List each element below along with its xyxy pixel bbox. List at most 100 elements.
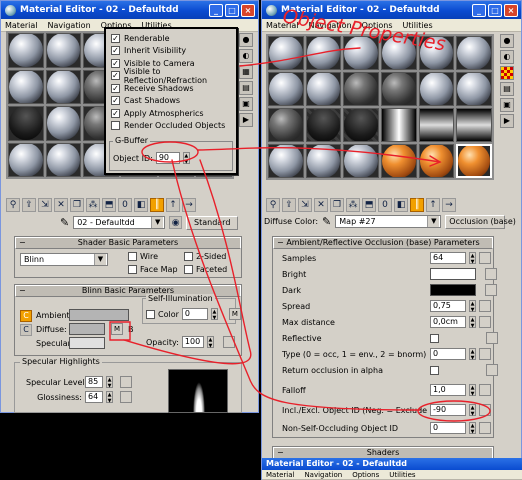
self-illum-spinner[interactable]: ▲ ▼ bbox=[210, 308, 218, 321]
assign-material-icon[interactable]: ⇲ bbox=[38, 198, 52, 212]
maximize-icon[interactable]: □ bbox=[488, 3, 502, 17]
sample-slot[interactable] bbox=[418, 72, 455, 106]
opacity-spinner[interactable]: ▲ ▼ bbox=[206, 336, 214, 349]
make-copy-icon[interactable]: ❐ bbox=[330, 198, 344, 212]
object-id-field[interactable]: 90 bbox=[155, 152, 180, 164]
video-check-icon[interactable]: ▣ bbox=[500, 98, 514, 112]
self-illum-color-checkbox[interactable] bbox=[146, 309, 155, 319]
sample-slot[interactable] bbox=[268, 72, 304, 106]
specular-level-field[interactable]: 85 bbox=[85, 376, 103, 388]
uv-tiling-icon[interactable]: ▤ bbox=[500, 82, 514, 96]
show-map-icon[interactable]: ◧ bbox=[134, 198, 148, 212]
face-map-checkbox[interactable] bbox=[128, 265, 137, 274]
glossiness-map-button[interactable] bbox=[120, 391, 132, 403]
shader-dropdown[interactable]: Blinn bbox=[20, 253, 108, 266]
max-distance-spinner[interactable]: ▲ ▼ bbox=[469, 316, 476, 329]
menu-navigation[interactable]: Navigation bbox=[48, 21, 91, 30]
assign-material-icon[interactable]: ⇲ bbox=[298, 198, 312, 212]
sample-slot[interactable] bbox=[456, 36, 492, 70]
reflective-checkbox[interactable] bbox=[430, 333, 439, 343]
material-type-icon[interactable]: ◉ bbox=[169, 216, 183, 229]
sample-type-icon[interactable]: ● bbox=[239, 33, 253, 47]
put-to-scene-icon[interactable]: ⇪ bbox=[22, 198, 36, 212]
go-forward-sibling-icon[interactable]: → bbox=[182, 198, 196, 212]
type-spinner[interactable]: ▲ ▼ bbox=[469, 348, 476, 361]
glossiness-field[interactable]: 64 bbox=[85, 391, 103, 403]
spread-field[interactable]: 0,75 bbox=[430, 300, 466, 312]
visible-to-camera-checkbox[interactable]: ✓ bbox=[111, 58, 120, 68]
non-self-occluding-field[interactable]: 0 bbox=[430, 422, 466, 434]
ambient-color-swatch[interactable] bbox=[69, 309, 129, 321]
spread-map-button[interactable] bbox=[479, 300, 491, 312]
type-field[interactable]: 0 bbox=[430, 348, 466, 360]
sample-slot[interactable] bbox=[305, 36, 342, 70]
sample-slot[interactable] bbox=[45, 33, 82, 68]
samples-map-button[interactable] bbox=[479, 252, 491, 264]
faceted-checkbox[interactable] bbox=[184, 265, 193, 274]
menu-options[interactable]: Options bbox=[352, 471, 379, 479]
menu-options[interactable]: Options bbox=[362, 21, 393, 30]
video-check-icon[interactable]: ▣ bbox=[239, 97, 253, 111]
go-forward-sibling-icon[interactable]: → bbox=[442, 198, 456, 212]
sample-slot[interactable] bbox=[45, 69, 82, 104]
opacity-map-button[interactable] bbox=[222, 336, 235, 348]
incl-excl-id-field[interactable]: -90 bbox=[430, 404, 466, 416]
menu-navigation[interactable]: Navigation bbox=[309, 21, 352, 30]
return-occlusion-map-button[interactable] bbox=[486, 364, 498, 376]
preview-icon[interactable]: ▶ bbox=[500, 114, 514, 128]
put-to-library-icon[interactable]: ⬒ bbox=[102, 198, 116, 212]
sample-slot[interactable] bbox=[381, 144, 417, 178]
self-illum-value-field[interactable]: 0 bbox=[181, 308, 208, 320]
go-to-parent-icon[interactable]: ↑ bbox=[166, 198, 180, 212]
show-end-result-icon[interactable]: ║ bbox=[410, 198, 424, 212]
sample-slot[interactable] bbox=[8, 106, 44, 141]
sample-slot[interactable] bbox=[8, 142, 44, 177]
non-self-occluding-map-button[interactable] bbox=[479, 422, 491, 434]
max-distance-map-button[interactable] bbox=[479, 316, 491, 328]
specular-level-map-button[interactable] bbox=[120, 376, 132, 388]
sample-type-icon[interactable]: ● bbox=[500, 34, 514, 48]
bright-map-button[interactable] bbox=[485, 268, 497, 280]
pick-material-icon[interactable]: ✎ bbox=[322, 215, 331, 228]
reset-map-icon[interactable]: ✕ bbox=[314, 198, 328, 212]
specular-color-swatch[interactable] bbox=[69, 337, 105, 349]
sample-slot[interactable] bbox=[381, 108, 417, 142]
non-self-occluding-spinner[interactable]: ▲ ▼ bbox=[469, 422, 476, 435]
renderable-item[interactable]: ✓ Renderable bbox=[106, 32, 236, 45]
falloff-map-button[interactable] bbox=[479, 384, 491, 396]
sample-slot[interactable] bbox=[381, 72, 417, 106]
make-unique-icon[interactable]: ⁂ bbox=[86, 198, 100, 212]
max-distance-field[interactable]: 0,0cm bbox=[430, 316, 466, 328]
cast-shadows-item[interactable]: ✓ Cast Shadows bbox=[106, 95, 236, 108]
falloff-field[interactable]: 1,0 bbox=[430, 384, 466, 396]
sample-slot[interactable] bbox=[45, 106, 82, 141]
show-end-result-icon[interactable]: ║ bbox=[150, 198, 164, 212]
material-id-icon[interactable]: 0 bbox=[118, 198, 132, 212]
renderable-checkbox[interactable]: ✓ bbox=[111, 33, 120, 43]
bright-color-swatch[interactable] bbox=[430, 268, 476, 280]
make-unique-icon[interactable]: ⁂ bbox=[346, 198, 360, 212]
map-type-button[interactable]: Occlusion (base) bbox=[445, 214, 516, 229]
put-to-scene-icon[interactable]: ⇪ bbox=[282, 198, 296, 212]
uv-tiling-icon[interactable]: ▤ bbox=[239, 81, 253, 95]
sample-slot[interactable] bbox=[343, 144, 379, 178]
sample-slot[interactable] bbox=[268, 108, 304, 142]
receive-shadows-checkbox[interactable]: ✓ bbox=[111, 83, 120, 93]
specular-level-spinner[interactable]: ▲ ▼ bbox=[106, 376, 113, 389]
maximize-icon[interactable]: □ bbox=[225, 3, 239, 17]
sample-slot[interactable] bbox=[343, 36, 379, 70]
sample-slot[interactable] bbox=[305, 108, 342, 142]
put-to-library-icon[interactable]: ⬒ bbox=[362, 198, 376, 212]
sample-slot[interactable] bbox=[45, 142, 82, 177]
sample-slot[interactable] bbox=[343, 72, 379, 106]
right-title-bar[interactable]: Material Editor - 02 - Defaultdd _ □ × bbox=[262, 1, 521, 19]
sample-slot[interactable] bbox=[456, 72, 492, 106]
material-type-button[interactable]: Standard bbox=[186, 215, 239, 230]
menu-material[interactable]: Material bbox=[5, 21, 38, 30]
visible-to-reflection-checkbox[interactable]: ✓ bbox=[111, 71, 120, 81]
get-material-icon[interactable]: ⚲ bbox=[6, 198, 20, 212]
sample-slot-selected[interactable] bbox=[456, 144, 492, 178]
get-material-icon[interactable]: ⚲ bbox=[266, 198, 280, 212]
diffuse-map-button[interactable]: M bbox=[111, 323, 123, 335]
two-sided-checkbox[interactable] bbox=[184, 252, 193, 261]
